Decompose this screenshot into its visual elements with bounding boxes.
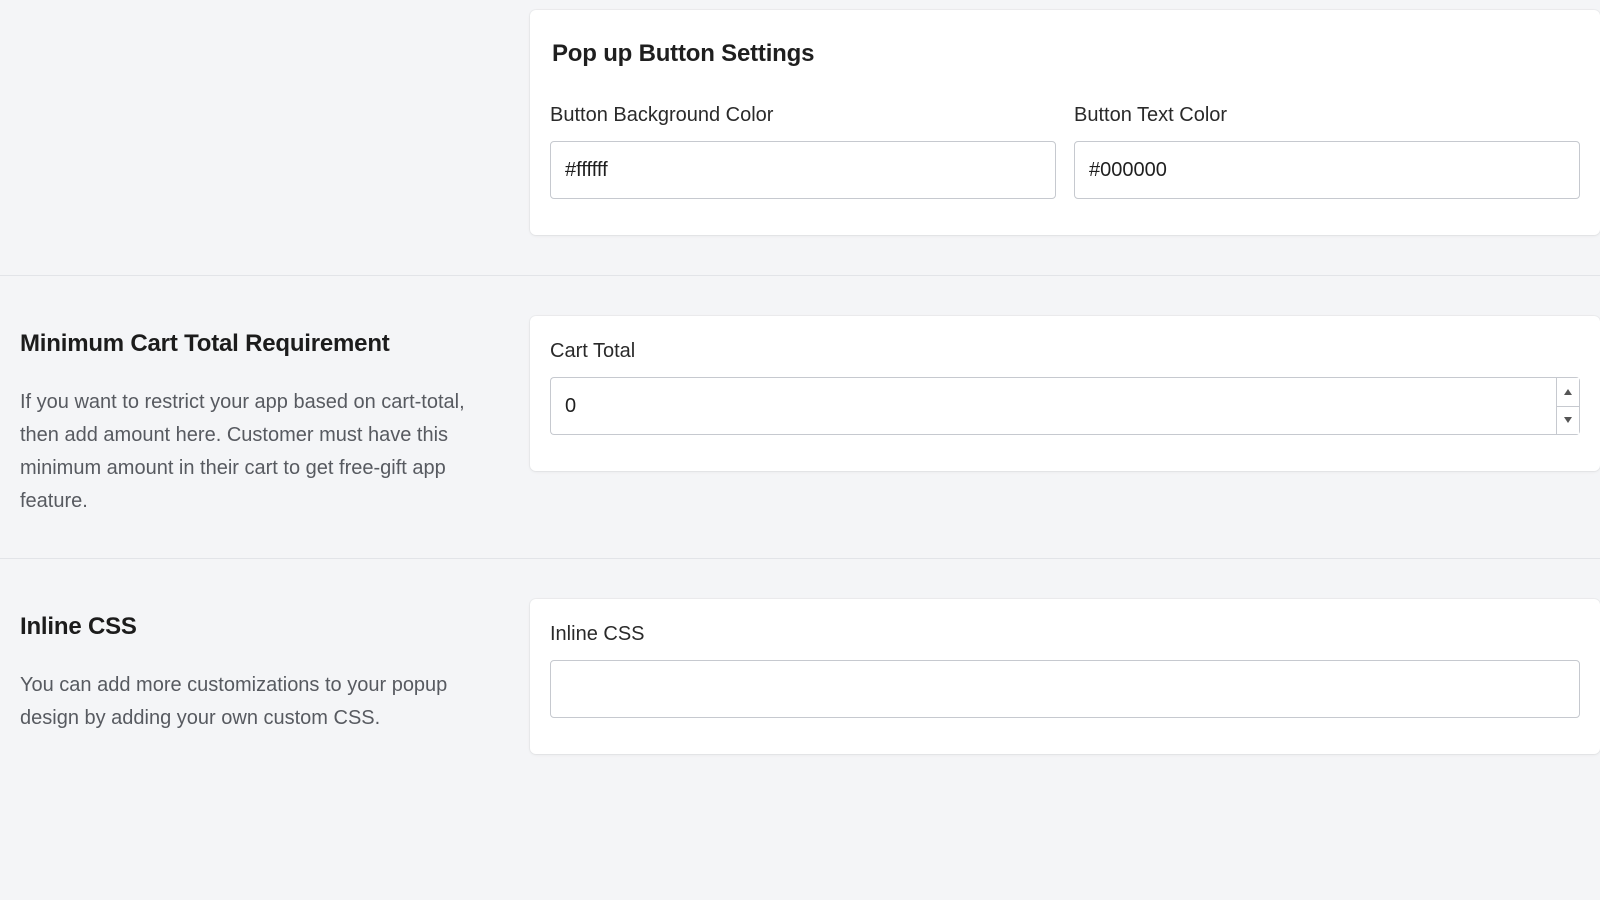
field-cart-total: Cart Total	[550, 340, 1580, 435]
cart-total-step-up[interactable]	[1557, 378, 1579, 407]
min-cart-title: Minimum Cart Total Requirement	[20, 330, 490, 358]
chevron-down-icon	[1564, 417, 1572, 423]
button-text-color-input[interactable]	[1074, 141, 1580, 199]
min-cart-card: Cart Total	[530, 316, 1600, 471]
section-min-cart: Minimum Cart Total Requirement If you wa…	[0, 276, 1600, 559]
button-bg-color-label: Button Background Color	[550, 104, 1056, 127]
cart-total-input[interactable]	[550, 377, 1556, 435]
cart-total-stepper	[1556, 377, 1580, 435]
popup-button-title: Pop up Button Settings	[552, 40, 1580, 68]
popup-button-card: Pop up Button Settings Button Background…	[530, 10, 1600, 235]
inline-css-meta: Inline CSS You can add more customizatio…	[20, 599, 490, 735]
section-inline-css: Inline CSS You can add more customizatio…	[0, 559, 1600, 794]
inline-css-card: Inline CSS	[530, 599, 1600, 754]
button-bg-color-input[interactable]	[550, 141, 1056, 199]
field-button-bg-color: Button Background Color	[550, 104, 1056, 199]
section-popup-button: Pop up Button Settings Button Background…	[0, 0, 1600, 276]
button-text-color-label: Button Text Color	[1074, 104, 1580, 127]
popup-button-fields: Button Background Color Button Text Colo…	[550, 104, 1580, 199]
inline-css-input[interactable]	[550, 660, 1580, 718]
min-cart-description: If you want to restrict your app based o…	[20, 386, 470, 518]
cart-total-label: Cart Total	[550, 340, 1580, 363]
inline-css-description: You can add more customizations to your …	[20, 669, 470, 735]
min-cart-meta: Minimum Cart Total Requirement If you wa…	[20, 316, 490, 518]
inline-css-title: Inline CSS	[20, 613, 490, 641]
field-inline-css: Inline CSS	[550, 623, 1580, 718]
cart-total-step-down[interactable]	[1557, 407, 1579, 435]
cart-total-input-wrap	[550, 377, 1580, 435]
chevron-up-icon	[1564, 389, 1572, 395]
inline-css-label: Inline CSS	[550, 623, 1580, 646]
field-button-text-color: Button Text Color	[1074, 104, 1580, 199]
